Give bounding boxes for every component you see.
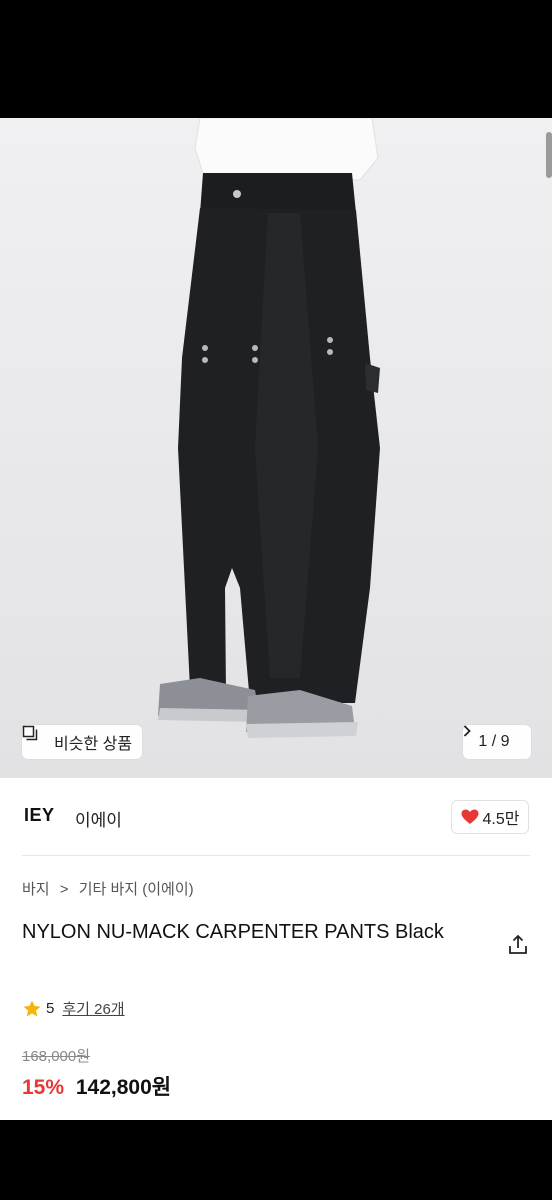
product-title: NYLON NU-MACK CARPENTER PANTS Black: [22, 921, 444, 943]
rating-row: 5 후기 26개: [22, 998, 125, 1019]
breadcrumb-item-pants[interactable]: 바지: [22, 881, 50, 898]
like-count: 4.5만: [482, 811, 520, 828]
divider: [22, 855, 530, 856]
like-button[interactable]: 4.5만: [451, 800, 529, 834]
brand-row: IEY 이에이 4.5만: [0, 778, 552, 854]
breadcrumb-item-other-pants[interactable]: 기타 바지 (이에이): [79, 881, 194, 898]
star-icon: [22, 999, 42, 1019]
image-counter-label: 1 / 9: [478, 733, 510, 750]
brand-logo[interactable]: IEY: [24, 805, 55, 826]
scroll-indicator: [546, 132, 552, 178]
status-bar-area: [0, 0, 552, 118]
heart-icon: [461, 809, 479, 825]
similar-products-label: 비슷한 상품: [54, 736, 133, 753]
bottom-area: [0, 1120, 552, 1200]
pants-photo: [0, 118, 552, 778]
similar-products-button[interactable]: 비슷한 상품: [22, 725, 142, 759]
original-price: 168,000원: [22, 1048, 91, 1065]
brand-name[interactable]: 이에이: [75, 806, 122, 831]
breadcrumb-separator: >: [59, 881, 69, 898]
product-screen: 비슷한 상품 1 / 9 IEY 이에이 4.5만 바지 > 기타 바지 (이에…: [0, 118, 552, 1120]
image-counter-button[interactable]: 1 / 9: [463, 725, 531, 759]
reviews-link[interactable]: 후기 26개: [62, 998, 124, 1019]
product-image[interactable]: 비슷한 상품 1 / 9: [0, 118, 552, 778]
copy-icon: [22, 725, 48, 750]
price-row: 15% 142,800원: [22, 1071, 171, 1101]
discount-rate: 15%: [22, 1076, 65, 1099]
share-icon[interactable]: [506, 933, 530, 957]
sale-price: 142,800원: [75, 1076, 172, 1099]
rating-score: 5: [46, 1000, 55, 1017]
breadcrumb: 바지 > 기타 바지 (이에이): [22, 878, 194, 899]
